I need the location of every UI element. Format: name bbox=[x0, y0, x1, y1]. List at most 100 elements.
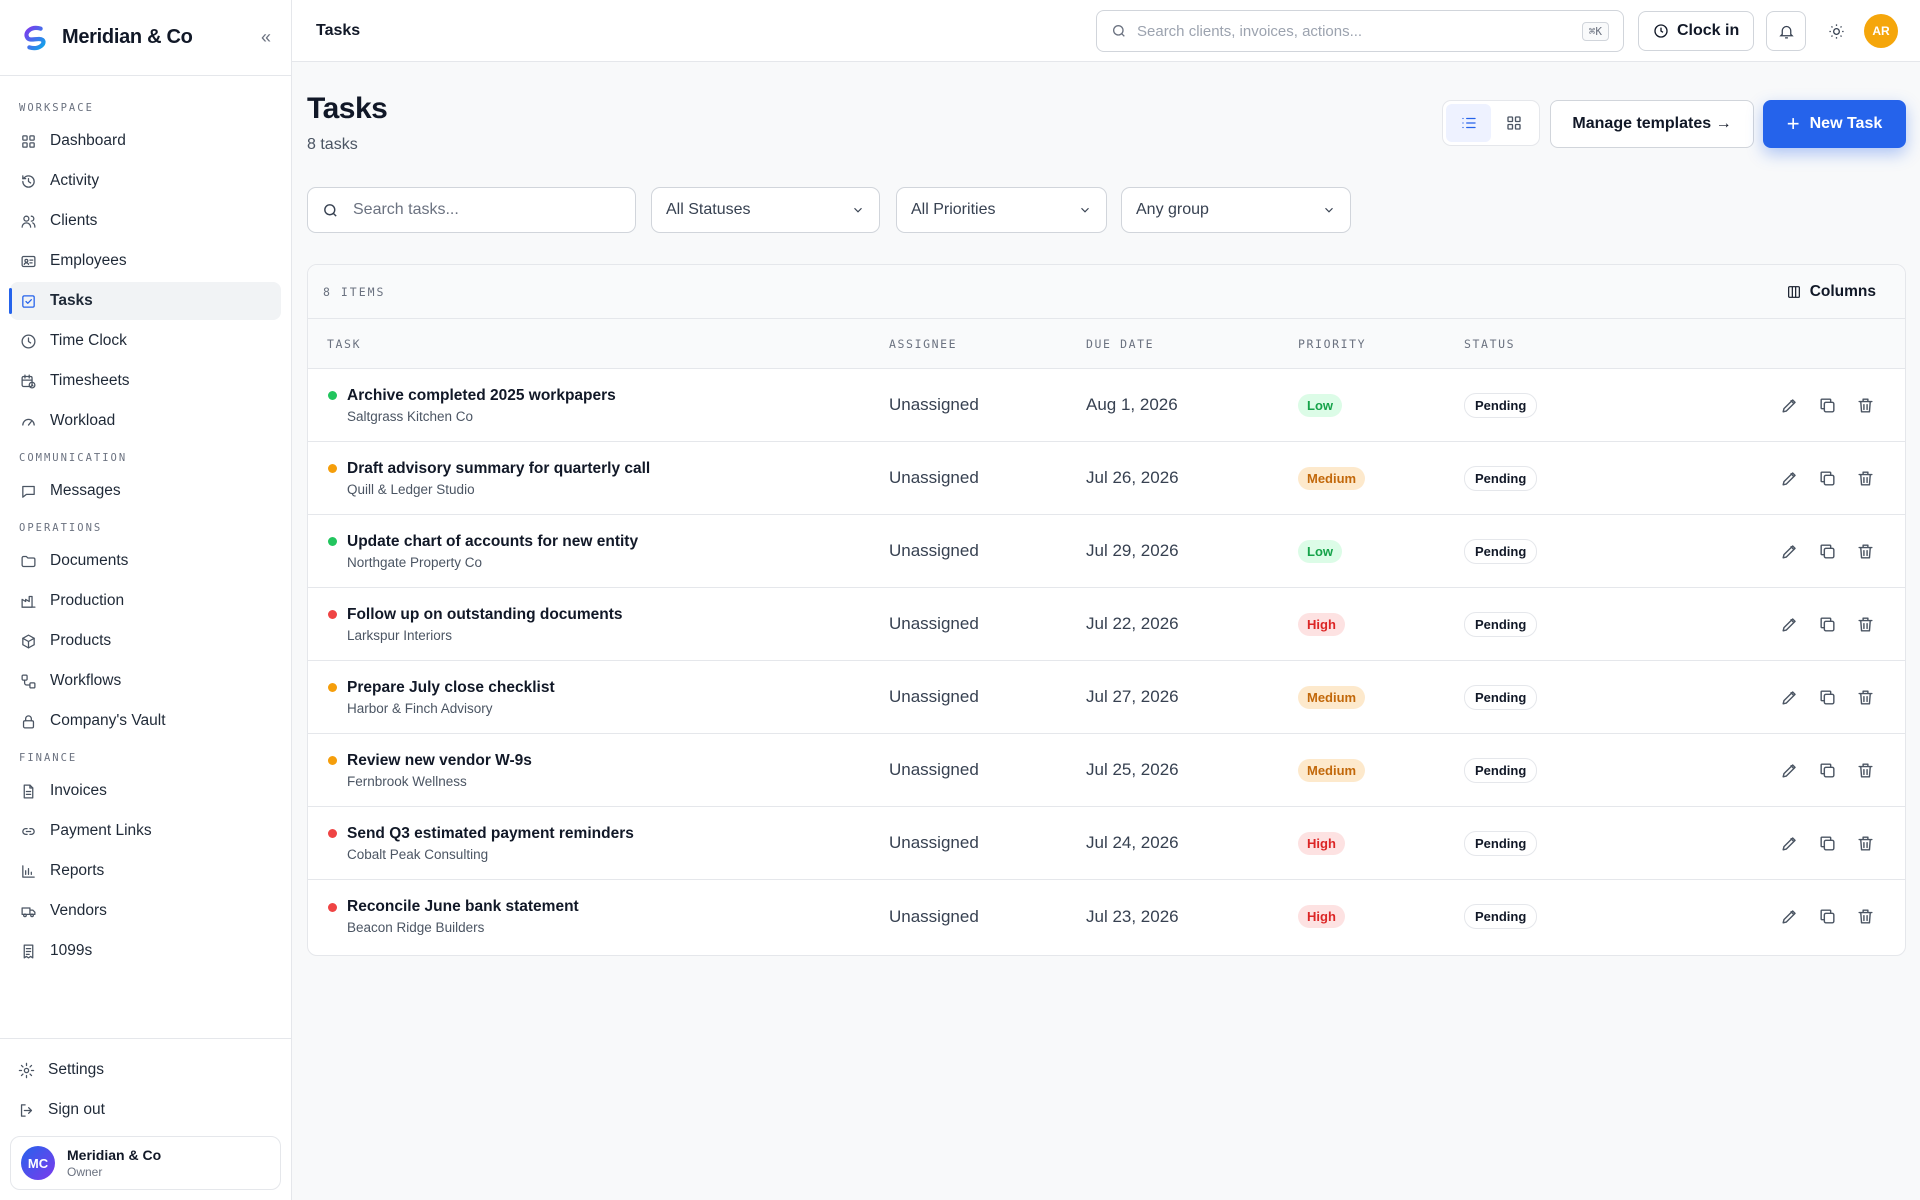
manage-templates-button[interactable]: Manage templates → bbox=[1550, 100, 1754, 148]
search-icon bbox=[324, 203, 337, 217]
duplicate-task-button[interactable] bbox=[1817, 614, 1837, 634]
priority-badge: High bbox=[1298, 612, 1345, 636]
edit-task-button[interactable] bbox=[1779, 833, 1799, 853]
sidebar-item-invoices[interactable]: Invoices bbox=[10, 772, 281, 810]
clock-icon bbox=[21, 333, 36, 349]
column-header-assignee[interactable]: ASSIGNEE bbox=[889, 337, 957, 351]
delete-task-button[interactable] bbox=[1855, 395, 1875, 415]
sidebar-item-reports[interactable]: Reports bbox=[10, 852, 281, 890]
sidebar-item-products[interactable]: Products bbox=[10, 622, 281, 660]
task-title[interactable]: Draft advisory summary for quarterly cal… bbox=[347, 460, 650, 478]
priority-dot bbox=[328, 756, 337, 765]
table-row[interactable]: Archive completed 2025 workpapers Saltgra… bbox=[308, 369, 1905, 442]
task-search-input[interactable]: Search tasks... bbox=[307, 187, 636, 233]
table-row[interactable]: Reconcile June bank statement Beacon Ridg… bbox=[308, 880, 1905, 953]
sidebar-item-clients[interactable]: Clients bbox=[10, 202, 281, 240]
column-header-due-date[interactable]: DUE DATE bbox=[1086, 337, 1154, 351]
package-icon bbox=[22, 633, 35, 649]
sidebar-item-workflows[interactable]: Workflows bbox=[10, 662, 281, 700]
duplicate-task-button[interactable] bbox=[1817, 395, 1837, 415]
sidebar-item-sign-out[interactable]: Sign out bbox=[8, 1091, 281, 1129]
list-view-button[interactable] bbox=[1446, 104, 1491, 142]
edit-task-button[interactable] bbox=[1779, 687, 1799, 707]
duplicate-task-button[interactable] bbox=[1817, 468, 1837, 488]
edit-task-button[interactable] bbox=[1779, 395, 1799, 415]
task-title[interactable]: Review new vendor W-9s bbox=[347, 752, 532, 770]
sidebar-item-activity[interactable]: Activity bbox=[10, 162, 281, 200]
sidebar-item-label: Settings bbox=[48, 1061, 105, 1078]
status-badge: Pending bbox=[1464, 904, 1538, 929]
table-toolbar: 8 ITEMS Columns bbox=[308, 265, 1905, 319]
delete-task-button[interactable] bbox=[1855, 541, 1875, 561]
edit-task-button[interactable] bbox=[1779, 468, 1799, 488]
delete-task-button[interactable] bbox=[1855, 687, 1875, 707]
avatar[interactable]: AR bbox=[1864, 14, 1898, 48]
file-text-icon bbox=[23, 783, 34, 799]
delete-task-button[interactable] bbox=[1855, 468, 1875, 488]
task-title[interactable]: Reconcile June bank statement bbox=[347, 898, 579, 916]
column-header-priority[interactable]: PRIORITY bbox=[1298, 337, 1366, 351]
delete-task-button[interactable] bbox=[1855, 760, 1875, 780]
delete-task-button[interactable] bbox=[1855, 833, 1875, 853]
sidebar-item-1099s[interactable]: 1099s bbox=[10, 932, 281, 970]
user-card[interactable]: MC Meridian & Co Owner bbox=[10, 1136, 281, 1190]
global-search-input[interactable]: Search clients, invoices, actions... ⌘K bbox=[1096, 10, 1624, 52]
checkbox-icon bbox=[22, 294, 35, 308]
sidebar-item-messages[interactable]: Messages bbox=[10, 472, 281, 510]
group-filter-select[interactable]: Any group bbox=[1121, 187, 1351, 233]
columns-label: Columns bbox=[1809, 282, 1876, 300]
edit-task-button[interactable] bbox=[1779, 541, 1799, 561]
sidebar-item-employees[interactable]: Employees bbox=[10, 242, 281, 280]
sidebar-item-company-s-vault[interactable]: Company's Vault bbox=[10, 702, 281, 740]
trash-icon bbox=[1857, 689, 1873, 705]
delete-task-button[interactable] bbox=[1855, 614, 1875, 634]
status-filter-select[interactable]: All Statuses bbox=[651, 187, 880, 233]
sidebar-item-time-clock[interactable]: Time Clock bbox=[10, 322, 281, 360]
assignee-cell: Unassigned bbox=[889, 687, 979, 706]
edit-task-button[interactable] bbox=[1779, 907, 1799, 927]
column-header-status[interactable]: STATUS bbox=[1464, 337, 1515, 351]
row-actions bbox=[1779, 907, 1875, 927]
edit-task-button[interactable] bbox=[1779, 614, 1799, 634]
task-title[interactable]: Follow up on outstanding documents bbox=[347, 606, 623, 624]
duplicate-task-button[interactable] bbox=[1817, 760, 1837, 780]
task-title[interactable]: Archive completed 2025 workpapers bbox=[347, 387, 616, 405]
table-row[interactable]: Draft advisory summary for quarterly cal… bbox=[308, 442, 1905, 515]
new-task-button[interactable]: + New Task bbox=[1763, 100, 1906, 148]
theme-toggle-button[interactable] bbox=[1816, 11, 1856, 51]
sidebar-item-documents[interactable]: Documents bbox=[10, 542, 281, 580]
collapse-sidebar-icon[interactable]: « bbox=[261, 27, 271, 48]
edit-task-button[interactable] bbox=[1779, 760, 1799, 780]
task-title[interactable]: Send Q3 estimated payment reminders bbox=[347, 825, 634, 843]
copy-icon bbox=[1819, 397, 1835, 413]
duplicate-task-button[interactable] bbox=[1817, 687, 1837, 707]
grid-view-button[interactable] bbox=[1491, 104, 1536, 142]
pencil-icon bbox=[1781, 836, 1796, 851]
table-row[interactable]: Review new vendor W-9s Fernbrook Wellness… bbox=[308, 734, 1905, 807]
status-cell: Pending bbox=[1464, 904, 1538, 929]
duplicate-task-button[interactable] bbox=[1817, 541, 1837, 561]
sidebar-item-tasks[interactable]: Tasks bbox=[9, 282, 281, 320]
table-row[interactable]: Update chart of accounts for new entity N… bbox=[308, 515, 1905, 588]
sidebar-item-workload[interactable]: Workload bbox=[10, 402, 281, 440]
sidebar-item-label: Products bbox=[50, 632, 112, 649]
sidebar-item-dashboard[interactable]: Dashboard bbox=[10, 122, 281, 160]
table-row[interactable]: Follow up on outstanding documents Larksp… bbox=[308, 588, 1905, 661]
priority-filter-select[interactable]: All Priorities bbox=[896, 187, 1107, 233]
clock-in-button[interactable]: Clock in bbox=[1638, 11, 1755, 51]
task-title[interactable]: Prepare July close checklist bbox=[347, 679, 555, 697]
columns-button[interactable]: Columns bbox=[1786, 283, 1890, 301]
sidebar-item-vendors[interactable]: Vendors bbox=[10, 892, 281, 930]
task-title[interactable]: Update chart of accounts for new entity bbox=[347, 533, 638, 551]
duplicate-task-button[interactable] bbox=[1817, 907, 1837, 927]
sidebar-item-payment-links[interactable]: Payment Links bbox=[10, 812, 281, 850]
delete-task-button[interactable] bbox=[1855, 907, 1875, 927]
sidebar-item-settings[interactable]: Settings bbox=[8, 1051, 281, 1089]
notifications-button[interactable] bbox=[1766, 11, 1806, 51]
sidebar-item-timesheets[interactable]: Timesheets bbox=[10, 362, 281, 400]
table-row[interactable]: Prepare July close checklist Harbor & Fin… bbox=[308, 661, 1905, 734]
column-header-task[interactable]: TASK bbox=[327, 337, 361, 351]
table-row[interactable]: Send Q3 estimated payment reminders Cobal… bbox=[308, 807, 1905, 880]
duplicate-task-button[interactable] bbox=[1817, 833, 1837, 853]
sidebar-item-production[interactable]: Production bbox=[10, 582, 281, 620]
